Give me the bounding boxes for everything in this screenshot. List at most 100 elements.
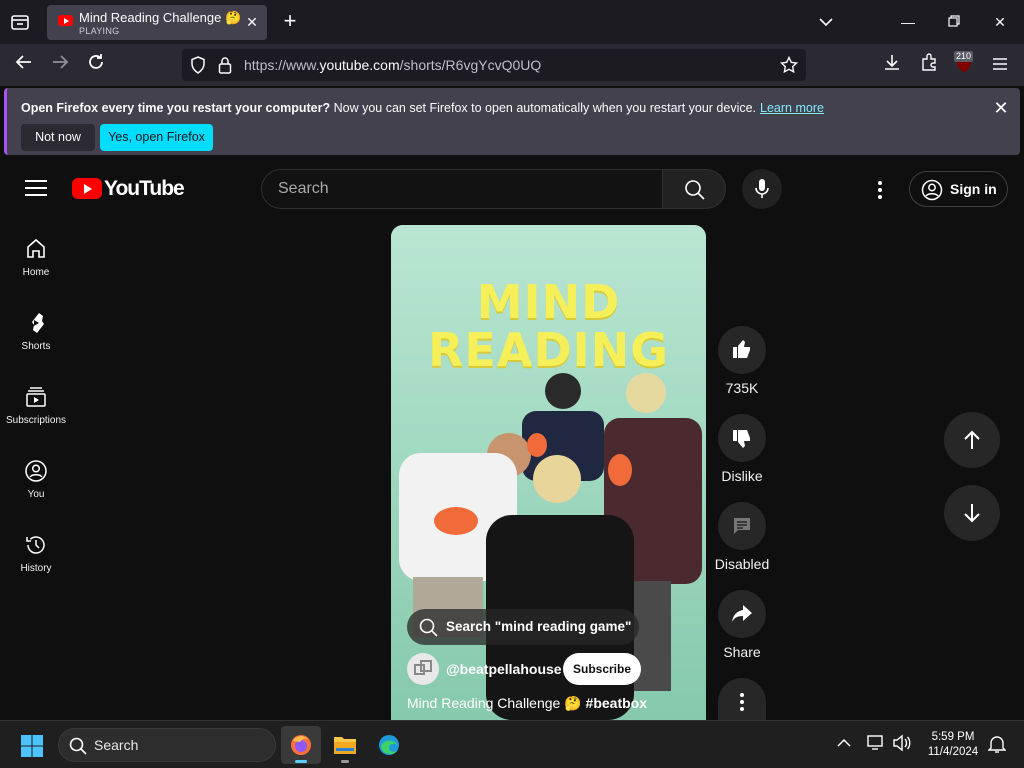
ublock-extension-icon[interactable]: 210 xyxy=(952,51,976,77)
url-prefix: https://www. xyxy=(244,57,320,73)
subscriptions-icon xyxy=(26,387,46,407)
bookmark-star-icon[interactable] xyxy=(779,55,799,79)
youtube-logo-text[interactable]: YouTube xyxy=(104,177,185,201)
search-icon xyxy=(419,618,438,637)
url-text: https://www.youtube.com/shorts/R6vgYcvQ0… xyxy=(244,57,541,73)
extensions-icon[interactable] xyxy=(917,53,941,77)
account-icon xyxy=(921,179,943,201)
app-menu-icon[interactable] xyxy=(988,53,1012,77)
not-now-button[interactable]: Not now xyxy=(21,124,95,151)
you-account-icon xyxy=(25,460,47,482)
downloads-icon[interactable] xyxy=(880,53,904,77)
shorts-icon xyxy=(32,313,44,333)
thumbs-up-icon xyxy=(733,340,750,358)
reload-button[interactable] xyxy=(84,53,108,77)
share-label: Share xyxy=(723,644,761,660)
video-title[interactable]: Mind Reading Challenge 🤔 #beatbox xyxy=(407,695,647,712)
comments-disabled-label: Disabled xyxy=(714,556,770,572)
next-short-button[interactable] xyxy=(944,485,1000,541)
comments-button[interactable] xyxy=(718,502,766,550)
channel-avatar[interactable] xyxy=(407,653,439,685)
notifications-bell-icon[interactable] xyxy=(987,734,1007,759)
learn-more-link[interactable]: Learn more xyxy=(760,101,824,115)
windows-taskbar: Search 5:59 PM 11/4/2024 xyxy=(0,720,1024,768)
youtube-favicon-icon xyxy=(58,15,73,26)
taskbar-edge-icon[interactable] xyxy=(369,726,409,764)
guide-label-history: History xyxy=(20,563,52,574)
network-icon[interactable] xyxy=(866,734,886,757)
tab-title: Mind Reading Challenge 🤔 #beatbox xyxy=(79,10,241,25)
firefox-startup-notification: Open Firefox every time you restart your… xyxy=(4,88,1020,155)
yes-open-firefox-button[interactable]: Yes, open Firefox xyxy=(100,124,213,151)
video-overlay-text-line2: READING xyxy=(428,323,669,377)
share-icon xyxy=(732,605,752,622)
video-title-hashtag[interactable]: #beatbox xyxy=(586,695,647,711)
close-tab-icon[interactable]: ✕ xyxy=(243,13,261,31)
more-vert-icon xyxy=(740,693,744,711)
search-icon xyxy=(69,737,87,755)
microphone-icon xyxy=(755,179,769,198)
close-notification-icon[interactable]: ✕ xyxy=(991,98,1011,118)
browser-nav-bar: https://www.youtube.com/shorts/R6vgYcvQ0… xyxy=(0,44,1024,86)
more-actions-button[interactable] xyxy=(718,678,766,720)
lock-icon[interactable] xyxy=(218,56,232,79)
address-bar[interactable]: https://www.youtube.com/shorts/R6vgYcvQ0… xyxy=(182,49,806,81)
close-window-button[interactable]: ✕ xyxy=(988,10,1012,34)
search-button[interactable] xyxy=(662,169,726,209)
guide-label-you: You xyxy=(27,489,45,500)
sign-in-button[interactable]: Sign in xyxy=(909,171,1008,207)
browser-tab-strip: Mind Reading Challenge 🤔 #beatbox PLAYIN… xyxy=(0,0,1024,44)
url-host: youtube.com xyxy=(319,57,400,73)
browser-tab-active[interactable]: Mind Reading Challenge 🤔 #beatbox PLAYIN… xyxy=(47,5,267,40)
list-all-tabs-icon[interactable] xyxy=(814,10,838,34)
share-button[interactable] xyxy=(718,590,766,638)
like-count: 735K xyxy=(725,380,759,396)
windows-start-icon[interactable] xyxy=(20,734,44,758)
guide-label-subscriptions: Subscriptions xyxy=(5,415,67,426)
guide-item-you[interactable]: You xyxy=(0,459,72,533)
new-tab-button[interactable]: + xyxy=(280,10,300,34)
taskbar-clock[interactable]: 5:59 PM 11/4/2024 xyxy=(922,730,984,760)
taskbar-search[interactable]: Search xyxy=(58,728,276,762)
history-icon xyxy=(26,536,45,554)
channel-name[interactable]: @beatpellahouse xyxy=(446,661,562,677)
notification-text: Now you can set Firefox to open automati… xyxy=(330,101,757,115)
search-icon xyxy=(685,180,705,200)
suggested-search-chip[interactable]: Search "mind reading game" xyxy=(407,609,639,645)
taskbar-search-label: Search xyxy=(94,737,139,753)
notification-message: Open Firefox every time you restart your… xyxy=(21,101,824,115)
shorts-video-player[interactable]: MIND READING Search "mind reading game" … xyxy=(391,225,706,720)
forward-button[interactable] xyxy=(48,53,72,77)
search-placeholder: Search xyxy=(278,180,329,197)
guide-item-home[interactable]: Home xyxy=(0,237,72,311)
voice-search-button[interactable] xyxy=(742,169,782,209)
previous-short-button[interactable] xyxy=(944,412,1000,468)
subscribe-button[interactable]: Subscribe xyxy=(563,653,641,685)
tab-list-icon[interactable] xyxy=(8,10,32,34)
taskbar-file-explorer-icon[interactable] xyxy=(325,726,365,764)
video-title-text: Mind Reading Challenge 🤔 xyxy=(407,695,586,711)
volume-icon[interactable] xyxy=(892,734,912,757)
home-icon xyxy=(27,238,45,258)
arrow-up-icon xyxy=(964,430,980,449)
shield-icon[interactable] xyxy=(190,56,206,79)
clock-time: 5:59 PM xyxy=(931,731,975,743)
youtube-header: YouTube Search Sign in xyxy=(0,160,1024,220)
guide-item-shorts[interactable]: Shorts xyxy=(0,311,72,385)
guide-item-subscriptions[interactable]: Subscriptions xyxy=(0,385,72,459)
restore-window-button[interactable] xyxy=(942,10,966,34)
youtube-logo-icon[interactable] xyxy=(72,178,102,199)
dislike-label: Dislike xyxy=(721,468,763,484)
guide-item-history[interactable]: History xyxy=(0,533,72,607)
taskbar-firefox-icon[interactable] xyxy=(281,726,321,764)
arrow-down-icon xyxy=(964,504,980,523)
settings-more-icon[interactable] xyxy=(870,178,890,202)
dislike-button[interactable] xyxy=(718,414,766,462)
search-input[interactable]: Search xyxy=(261,169,663,209)
back-button[interactable] xyxy=(12,53,36,77)
show-hidden-icons-icon[interactable] xyxy=(836,735,852,756)
thumbs-down-icon xyxy=(733,430,750,448)
like-button[interactable] xyxy=(718,326,766,374)
guide-menu-icon[interactable] xyxy=(25,180,47,198)
minimize-window-button[interactable]: — xyxy=(896,10,920,34)
